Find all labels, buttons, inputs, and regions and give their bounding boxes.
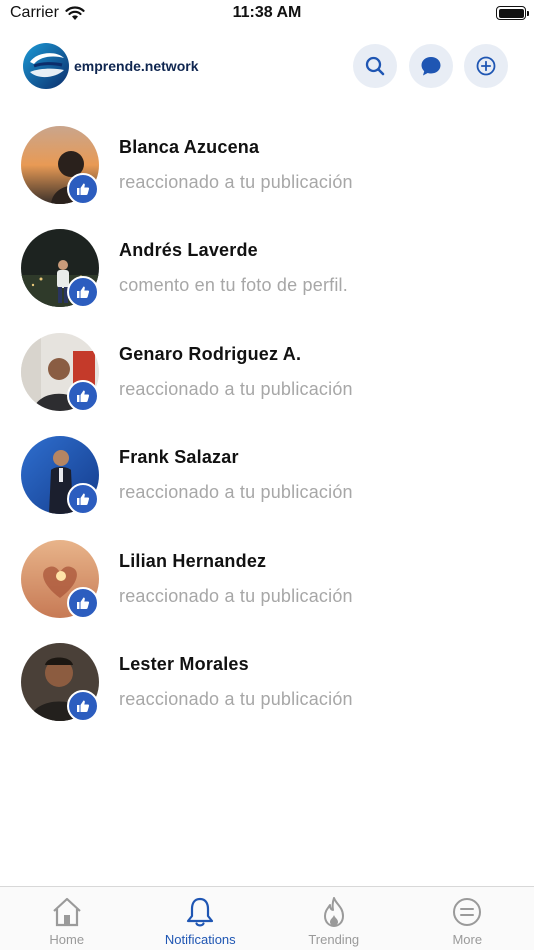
home-icon bbox=[53, 897, 81, 927]
thumbs-up-icon bbox=[77, 493, 90, 506]
tab-notifications[interactable]: Notifications bbox=[134, 887, 268, 950]
search-button[interactable] bbox=[353, 44, 397, 88]
tab-label: Home bbox=[49, 932, 85, 947]
notification-user-name[interactable]: Lilian Hernandez bbox=[119, 551, 266, 572]
notification-user-name[interactable]: Blanca Azucena bbox=[119, 137, 259, 158]
notification-user-name[interactable]: Genaro Rodriguez A. bbox=[119, 344, 301, 365]
notification-action-text: comento en tu foto de perfil. bbox=[119, 275, 348, 296]
status-bar: Carrier 11:38 AM bbox=[0, 0, 534, 30]
notification-action-text: reaccionado a tu publicación bbox=[119, 688, 353, 709]
battery-icon bbox=[496, 6, 529, 20]
like-badge bbox=[67, 379, 99, 412]
like-badge bbox=[67, 689, 99, 722]
tab-label: Trending bbox=[308, 932, 360, 947]
bell-icon bbox=[187, 897, 214, 927]
thumbs-up-icon bbox=[77, 597, 90, 609]
chat-bubble-icon bbox=[421, 57, 441, 76]
avatar-container[interactable] bbox=[21, 126, 99, 205]
notification-action-text: reaccionado a tu publicación bbox=[119, 585, 353, 606]
notification-action-text: reaccionado a tu publicación bbox=[119, 482, 353, 503]
notification-list: Blanca Azucena reaccionado a tu publicac… bbox=[0, 122, 534, 742]
notification-item[interactable]: Andrés Laverde comento en tu foto de per… bbox=[0, 225, 534, 328]
avatar-container[interactable] bbox=[21, 332, 99, 412]
notification-item[interactable]: Genaro Rodriguez A. reaccionado a tu pub… bbox=[0, 329, 534, 432]
notification-action-text: reaccionado a tu publicación bbox=[119, 378, 353, 399]
notification-item[interactable]: Lilian Hernandez reaccionado a tu public… bbox=[0, 536, 534, 639]
notification-item[interactable]: Frank Salazar reaccionado a tu publicaci… bbox=[0, 432, 534, 535]
tab-more[interactable]: More bbox=[401, 887, 534, 950]
avatar-container[interactable] bbox=[21, 539, 99, 619]
notification-user-name[interactable]: Lester Morales bbox=[119, 654, 249, 675]
app-logo[interactable]: emprende.network bbox=[22, 42, 198, 90]
thumbs-up-icon bbox=[77, 700, 90, 712]
logo-text: emprende.network bbox=[74, 58, 199, 74]
search-icon bbox=[365, 56, 385, 76]
tab-trending[interactable]: Trending bbox=[267, 887, 401, 950]
thumbs-up-icon bbox=[77, 286, 90, 299]
create-post-button[interactable] bbox=[464, 44, 508, 88]
notification-item[interactable]: Lester Morales reaccionado a tu publicac… bbox=[0, 639, 534, 742]
notification-action-text: reaccionado a tu publicación bbox=[119, 172, 353, 192]
like-badge bbox=[67, 586, 99, 619]
avatar-container[interactable] bbox=[21, 436, 99, 516]
tab-home[interactable]: Home bbox=[0, 887, 134, 950]
logo-mark-icon bbox=[23, 43, 69, 89]
menu-circle-icon bbox=[453, 898, 482, 926]
notification-item[interactable]: Blanca Azucena reaccionado a tu publicac… bbox=[0, 122, 534, 225]
notification-user-name[interactable]: Frank Salazar bbox=[119, 447, 239, 468]
thumbs-up-icon bbox=[77, 183, 90, 195]
like-badge bbox=[67, 173, 99, 205]
thumbs-up-icon bbox=[77, 390, 90, 402]
notification-user-name[interactable]: Andrés Laverde bbox=[119, 240, 258, 261]
app-header: emprende.network bbox=[0, 38, 534, 98]
messages-button[interactable] bbox=[409, 44, 453, 88]
plus-circle-icon bbox=[476, 56, 496, 76]
tab-label: Notifications bbox=[164, 932, 236, 947]
avatar-container[interactable] bbox=[21, 642, 99, 722]
like-badge bbox=[67, 276, 99, 309]
avatar-container[interactable] bbox=[21, 229, 99, 309]
flame-icon bbox=[323, 897, 344, 927]
clock: 11:38 AM bbox=[232, 4, 302, 21]
tab-label: More bbox=[452, 932, 483, 947]
like-badge bbox=[67, 483, 99, 516]
tab-bar: Home Notifications Trending More bbox=[0, 886, 534, 950]
